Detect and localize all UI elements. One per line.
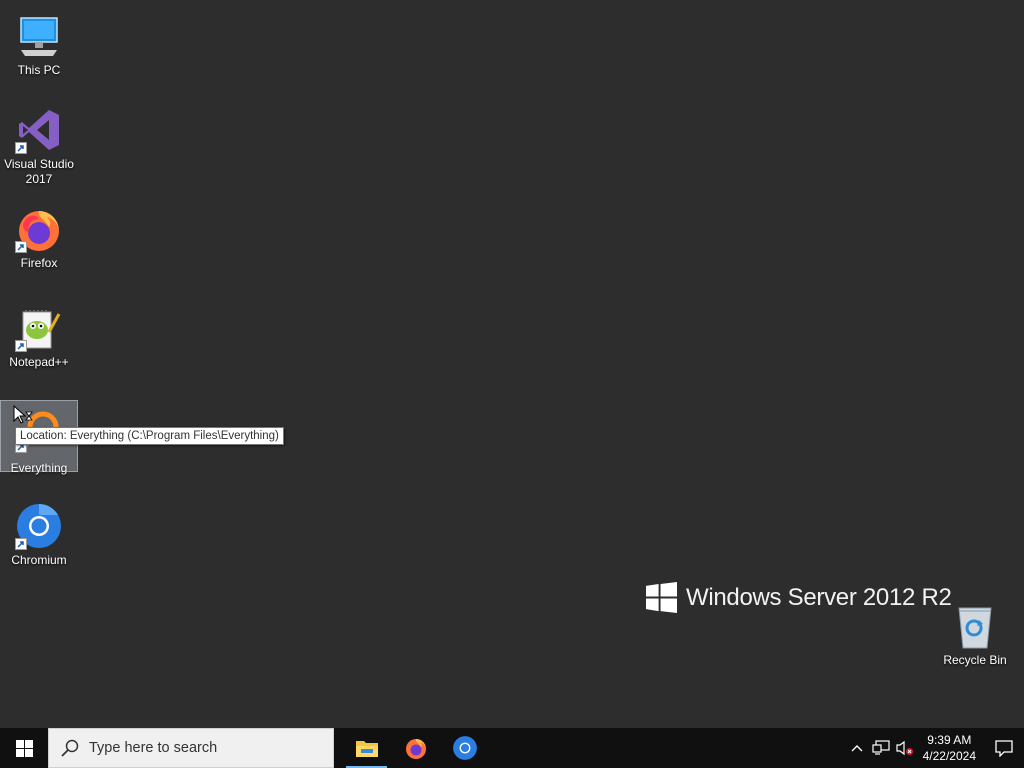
icon-label: Visual Studio 2017 xyxy=(4,157,74,186)
taskbar-app-chromium[interactable] xyxy=(440,728,489,768)
notification-icon xyxy=(995,740,1013,757)
taskbar-clock[interactable]: 9:39 AM 4/22/2024 xyxy=(917,732,984,764)
taskbar-search-box[interactable]: Type here to search xyxy=(48,728,334,768)
clock-date: 4/22/2024 xyxy=(922,749,976,763)
search-icon xyxy=(61,739,79,757)
desktop-icon-firefox[interactable]: Firefox xyxy=(1,201,77,271)
action-center-button[interactable] xyxy=(984,728,1024,768)
windows-logo-icon xyxy=(646,582,677,613)
shortcut-arrow-icon xyxy=(15,142,27,154)
taskbar-app-file-explorer[interactable] xyxy=(342,728,391,768)
icon-label: Everything xyxy=(10,461,68,475)
shortcut-arrow-icon xyxy=(15,340,27,352)
windows-server-watermark: Windows Server 2012 R2 xyxy=(646,582,952,613)
taskbar: Type here to search 9:39 AM 4/22/2024 xyxy=(0,728,1024,768)
chromium-icon xyxy=(452,736,477,760)
network-icon xyxy=(872,740,890,755)
icon-label: Chromium xyxy=(11,553,67,567)
desktop-icon-notepad-plus-plus[interactable]: Notepad++ xyxy=(1,300,77,370)
watermark-text: Windows Server 2012 R2 xyxy=(686,583,952,611)
icon-tooltip: Location: Everything (C:\Program Files\E… xyxy=(15,427,284,445)
shortcut-arrow-icon xyxy=(15,538,27,550)
icon-label: Firefox xyxy=(20,256,58,270)
icon-label: Recycle Bin xyxy=(943,653,1007,667)
chevron-up-icon xyxy=(851,745,863,752)
volume-button[interactable] xyxy=(893,728,917,768)
desktop-icon-this-pc[interactable]: This PC xyxy=(1,8,77,78)
firefox-icon xyxy=(15,205,63,253)
desktop-icon-visual-studio[interactable]: Visual Studio 2017 xyxy=(1,102,77,187)
notepad-plus-plus-icon xyxy=(15,304,63,352)
computer-icon xyxy=(15,12,63,60)
start-button[interactable] xyxy=(0,728,48,768)
shortcut-arrow-icon xyxy=(15,241,27,253)
file-explorer-icon xyxy=(355,741,378,757)
visual-studio-icon xyxy=(15,106,63,154)
desktop: This PC Visual Studio 2017 Firefox Notep… xyxy=(0,0,1024,728)
windows-start-icon xyxy=(15,739,33,757)
firefox-icon xyxy=(405,739,426,759)
icon-label: This PC xyxy=(17,63,61,77)
network-button[interactable] xyxy=(869,728,893,768)
recycle-bin-icon xyxy=(951,602,999,650)
volume-muted-icon xyxy=(896,740,913,756)
search-placeholder: Type here to search xyxy=(89,740,218,756)
chromium-icon xyxy=(15,502,63,550)
icon-label: Notepad++ xyxy=(9,355,69,369)
desktop-icon-chromium[interactable]: Chromium xyxy=(1,498,77,568)
show-hidden-icons-button[interactable] xyxy=(845,728,869,768)
mouse-cursor-icon xyxy=(13,405,33,424)
clock-time: 9:39 AM xyxy=(927,733,972,747)
taskbar-app-firefox[interactable] xyxy=(391,728,440,768)
system-tray: 9:39 AM 4/22/2024 xyxy=(845,728,1024,768)
